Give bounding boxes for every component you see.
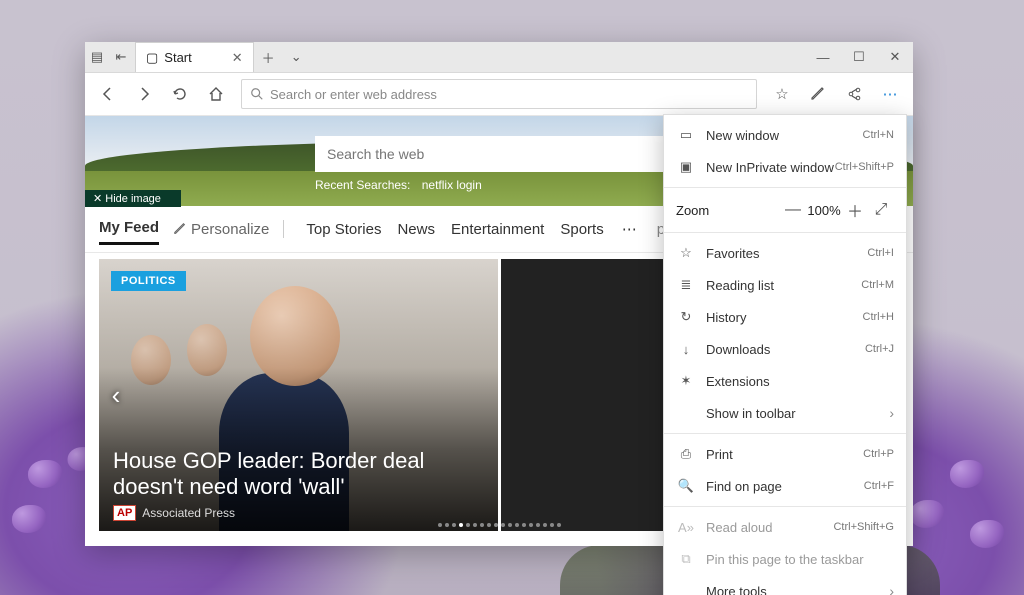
favorite-star-button[interactable]: ☆: [765, 77, 799, 111]
minimize-button[interactable]: —: [805, 42, 841, 72]
search-icon: 🔍: [676, 478, 696, 494]
print-icon: ⎙: [676, 446, 696, 462]
refresh-button[interactable]: [163, 77, 197, 111]
tab-preview-icon[interactable]: ▤: [85, 45, 109, 69]
nav-topstories[interactable]: Top Stories: [306, 221, 381, 238]
flower-decor: [970, 520, 1004, 548]
story-headline: House GOP leader: Border deal doesn't ne…: [113, 448, 484, 499]
ap-badge-icon: AP: [113, 505, 136, 521]
toolbar: Search or enter web address ☆ ⋯: [85, 73, 913, 116]
pencil-icon: [173, 222, 187, 236]
chevron-right-icon: ›: [889, 583, 894, 595]
recent-search-link[interactable]: netflix login: [422, 178, 482, 192]
menu-favorites[interactable]: ☆ Favorites Ctrl+I: [664, 237, 906, 269]
menu-extensions[interactable]: ✶ Extensions: [664, 365, 906, 397]
menu-pin-taskbar: ⧉ Pin this page to the taskbar: [664, 543, 906, 575]
close-window-button[interactable]: ✕: [877, 42, 913, 72]
more-button[interactable]: ⋯: [873, 77, 907, 111]
flower-decor: [910, 500, 944, 528]
nav-more-icon[interactable]: ⋯: [622, 220, 639, 238]
window-icon: ▭: [676, 127, 696, 143]
notes-button[interactable]: [801, 77, 835, 111]
flower-decor: [12, 505, 46, 533]
menu-reading-list[interactable]: ≣ Reading list Ctrl+M: [664, 269, 906, 301]
menu-downloads[interactable]: ↓ Downloads Ctrl+J: [664, 333, 906, 365]
menu-show-in-toolbar[interactable]: Show in toolbar ›: [664, 397, 906, 429]
zoom-value: 100%: [806, 203, 842, 218]
story-card[interactable]: POLITICS House GOP leader: Border deal d…: [99, 259, 498, 531]
menu-zoom: Zoom — 100% ＋ ⤢: [664, 192, 906, 228]
close-tab-icon[interactable]: ✕: [232, 50, 243, 66]
menu-print[interactable]: ⎙ Print Ctrl+P: [664, 438, 906, 470]
menu-read-aloud: A» Read aloud Ctrl+Shift+G: [664, 511, 906, 543]
nav-news[interactable]: News: [397, 221, 435, 238]
tab-dropdown-icon[interactable]: ⌄: [283, 49, 310, 65]
nav-sports[interactable]: Sports: [560, 221, 603, 238]
chevron-right-icon: ›: [889, 405, 894, 421]
tab-title: Start: [164, 50, 191, 65]
flower-decor: [950, 460, 984, 488]
pin-icon: ⧉: [676, 551, 696, 567]
menu-new-window[interactable]: ▭ New window Ctrl+N: [664, 119, 906, 151]
carousel-prev-button[interactable]: ‹: [103, 375, 129, 415]
menu-more-tools[interactable]: More tools ›: [664, 575, 906, 595]
flower-decor: [28, 460, 62, 488]
tab-aside-icon[interactable]: ⇤: [109, 45, 133, 69]
extensions-icon: ✶: [676, 373, 696, 389]
story-source: AP Associated Press: [113, 505, 235, 521]
edge-window: ▤ ⇤ ▢ Start ✕ ＋ ⌄ — ☐ ✕: [85, 42, 913, 546]
nav-entertainment[interactable]: Entertainment: [451, 221, 544, 238]
zoom-in-button[interactable]: ＋: [842, 198, 868, 222]
tab-start[interactable]: ▢ Start ✕: [135, 42, 254, 72]
nav-personalize[interactable]: Personalize: [173, 221, 269, 238]
hide-image-button[interactable]: ✕ Hide image: [85, 190, 181, 207]
titlebar: ▤ ⇤ ▢ Start ✕ ＋ ⌄ — ☐ ✕: [85, 42, 913, 73]
story-tag: POLITICS: [111, 271, 186, 291]
settings-menu: ▭ New window Ctrl+N ▣ New InPrivate wind…: [663, 114, 907, 595]
history-icon: ↻: [676, 309, 696, 325]
star-icon: ☆: [676, 245, 696, 261]
new-tab-button[interactable]: ＋: [254, 48, 283, 67]
address-bar-placeholder: Search or enter web address: [270, 87, 437, 102]
forward-button[interactable]: [127, 77, 161, 111]
maximize-button[interactable]: ☐: [841, 42, 877, 72]
back-button[interactable]: [91, 77, 125, 111]
menu-new-inprivate[interactable]: ▣ New InPrivate window Ctrl+Shift+P: [664, 151, 906, 183]
reading-list-icon: ≣: [676, 277, 696, 293]
web-search-input[interactable]: [315, 136, 685, 172]
window-icon: ▢: [146, 50, 158, 66]
nav-myfeed[interactable]: My Feed: [99, 219, 159, 245]
inprivate-icon: ▣: [676, 159, 696, 175]
menu-history[interactable]: ↻ History Ctrl+H: [664, 301, 906, 333]
fullscreen-button[interactable]: ⤢: [868, 201, 894, 219]
read-aloud-icon: A»: [676, 520, 696, 535]
desktop-wallpaper: ▤ ⇤ ▢ Start ✕ ＋ ⌄ — ☐ ✕: [0, 0, 1024, 595]
search-icon: [250, 87, 264, 101]
address-bar[interactable]: Search or enter web address: [241, 79, 757, 109]
menu-find[interactable]: 🔍 Find on page Ctrl+F: [664, 470, 906, 502]
home-button[interactable]: [199, 77, 233, 111]
share-button[interactable]: [837, 77, 871, 111]
downloads-icon: ↓: [676, 342, 696, 357]
zoom-out-button[interactable]: —: [780, 201, 806, 219]
